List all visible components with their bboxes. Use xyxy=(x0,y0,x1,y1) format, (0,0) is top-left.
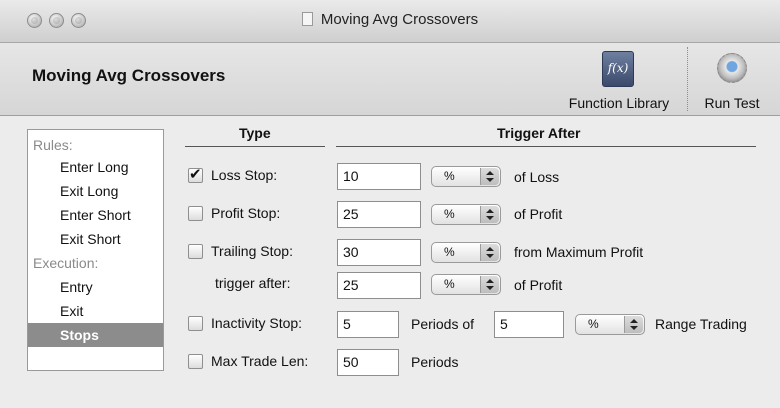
popup-arrows-icon xyxy=(480,276,499,293)
inactivity-periods-label: Periods of xyxy=(411,316,475,332)
trailing-stop-value-field[interactable]: 30 xyxy=(337,239,421,266)
toolbar-separator xyxy=(687,47,688,111)
inactivity-stop-label: Inactivity Stop: xyxy=(211,315,303,331)
loss-stop-value-field[interactable]: 10 xyxy=(337,163,421,190)
sidebar-item-enter-long[interactable]: Enter Long xyxy=(28,155,163,179)
trailing-stop-checkbox[interactable] xyxy=(188,244,203,259)
loss-stop-unit-popup[interactable]: % xyxy=(431,166,501,187)
trailing-stop-suffix: from Maximum Profit xyxy=(514,244,644,260)
profit-stop-checkbox[interactable] xyxy=(188,206,203,221)
profit-stop-value-field[interactable]: 25 xyxy=(337,201,421,228)
window-title-container: Moving Avg Crossovers xyxy=(0,11,780,28)
trailing-stop-unit-value: % xyxy=(444,245,455,259)
trailing-stop-unit-popup[interactable]: % xyxy=(431,242,501,263)
sidebar-item-entry[interactable]: Entry xyxy=(28,275,163,299)
inactivity-suffix: Range Trading xyxy=(655,316,747,332)
popup-arrows-icon xyxy=(480,168,499,185)
column-header-trigger-after: Trigger After xyxy=(497,125,581,141)
run-test-label: Run Test xyxy=(704,95,760,111)
inactivity-unit-popup[interactable]: % xyxy=(575,314,645,335)
max-trade-len-label: Max Trade Len: xyxy=(211,353,309,369)
trailing-stop-label: Trailing Stop: xyxy=(211,243,293,259)
profit-stop-unit-popup[interactable]: % xyxy=(431,204,501,225)
popup-arrows-icon xyxy=(624,316,643,333)
document-title: Moving Avg Crossovers xyxy=(32,66,226,85)
sidebar-item-exit[interactable]: Exit xyxy=(28,299,163,323)
loss-stop-label: Loss Stop: xyxy=(211,167,278,183)
trailing-trigger-unit-popup[interactable]: % xyxy=(431,274,501,295)
gear-icon xyxy=(717,53,747,83)
window-title: Moving Avg Crossovers xyxy=(320,11,479,28)
inactivity-stop-checkbox[interactable] xyxy=(188,316,203,331)
loss-stop-unit-value: % xyxy=(444,169,455,183)
popup-arrows-icon xyxy=(480,206,499,223)
profit-stop-unit-value: % xyxy=(444,207,455,221)
profit-stop-suffix: of Profit xyxy=(514,206,563,222)
trailing-trigger-label: trigger after: xyxy=(215,275,291,291)
loss-stop-suffix: of Loss xyxy=(514,169,560,185)
inactivity-unit-value: % xyxy=(588,317,599,331)
app-window: Moving Avg Crossovers Moving Avg Crossov… xyxy=(0,0,780,408)
profit-stop-label: Profit Stop: xyxy=(211,205,281,221)
sidebar-item-stops[interactable]: Stops xyxy=(28,323,163,347)
trailing-trigger-value-field[interactable]: 25 xyxy=(337,272,421,299)
sidebar-header-execution: Execution: xyxy=(33,255,99,271)
function-library-label: Function Library xyxy=(568,95,670,111)
title-bar[interactable]: Moving Avg Crossovers xyxy=(0,0,780,43)
toolbar: Moving Avg Crossovers f(x) Function Libr… xyxy=(0,43,780,116)
sidebar-item-exit-short[interactable]: Exit Short xyxy=(28,227,163,251)
max-trade-len-checkbox[interactable] xyxy=(188,354,203,369)
trailing-trigger-suffix: of Profit xyxy=(514,277,563,293)
sidebar-item-exit-long[interactable]: Exit Long xyxy=(28,179,163,203)
inactivity-periods-field[interactable]: 5 xyxy=(337,311,399,338)
inactivity-range-field[interactable]: 5 xyxy=(494,311,564,338)
document-icon xyxy=(301,12,313,26)
max-trade-len-field[interactable]: 50 xyxy=(337,349,399,376)
column-header-type: Type xyxy=(239,125,271,141)
function-library-icon: f(x) xyxy=(602,51,634,87)
type-divider xyxy=(185,146,325,147)
trailing-trigger-unit-value: % xyxy=(444,277,455,291)
trigger-divider xyxy=(336,146,756,147)
sidebar-list[interactable]: Rules: Enter Long Exit Long Enter Short … xyxy=(27,129,164,371)
loss-stop-checkbox[interactable] xyxy=(188,165,203,183)
max-trade-len-suffix: Periods xyxy=(411,354,459,370)
sidebar-item-enter-short[interactable]: Enter Short xyxy=(28,203,163,227)
popup-arrows-icon xyxy=(480,244,499,261)
sidebar-header-rules: Rules: xyxy=(33,137,73,153)
